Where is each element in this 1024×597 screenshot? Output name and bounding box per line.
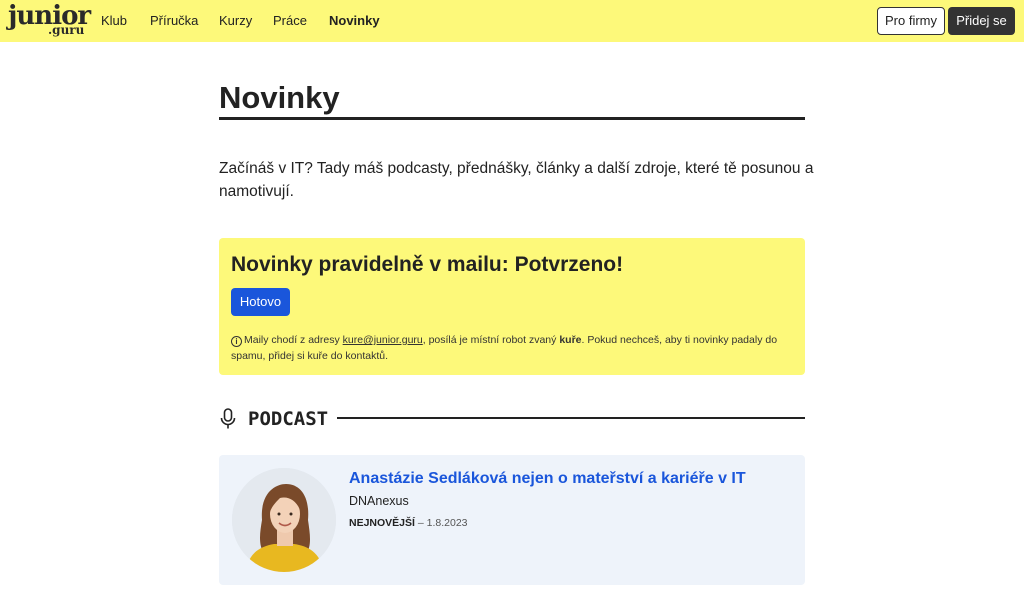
junior-guru-logo[interactable]: junior .guru: [8, 2, 91, 40]
guest-avatar: [232, 468, 336, 572]
podcast-episode-meta: NEJNOVĚJŠÍ – 1.8.2023: [349, 516, 468, 530]
logo-line-2: .guru: [48, 23, 85, 37]
date-separator: –: [414, 517, 427, 529]
note-email: kure@junior.guru: [342, 334, 423, 346]
podcast-episode-title[interactable]: Anastázie Sedláková nejen o mateřství a …: [349, 469, 746, 489]
nav-link-prace[interactable]: Práce: [273, 13, 307, 29]
for-companies-button[interactable]: Pro firmy: [877, 7, 945, 35]
title-divider: [219, 117, 805, 120]
info-icon: i: [231, 336, 242, 347]
newsletter-heading: Novinky pravidelně v mailu: Potvrzeno!: [231, 253, 624, 276]
top-navbar: junior .guru Klub Příručka Kurzy Práce N…: [0, 0, 1024, 42]
note-mid: , posílá je místní robot zvaný: [422, 334, 560, 346]
note-prefix: Maily chodí z adresy: [244, 334, 343, 346]
nav-link-klub[interactable]: Klub: [101, 13, 127, 29]
nav-link-kurzy[interactable]: Kurzy: [219, 13, 252, 29]
nav-link-prirucka[interactable]: Příručka: [150, 13, 198, 29]
nav-link-novinky[interactable]: Novinky: [329, 13, 380, 29]
intro-text: Začínáš v IT? Tady máš podcasty, přednáš…: [219, 160, 814, 200]
podcast-section-title: PODCAST: [248, 408, 329, 430]
note-bold: kuře: [559, 334, 582, 346]
newsletter-note: i Maily chodí z adresy kure@junior.guru, …: [231, 332, 791, 364]
episode-date: 1.8.2023: [426, 517, 468, 529]
page-title: Novinky: [219, 80, 340, 115]
latest-badge: NEJNOVĚJŠÍ: [349, 517, 415, 529]
podcast-episode-company: DNAnexus: [349, 494, 409, 508]
newsletter-confirmation-box: Novinky pravidelně v mailu: Potvrzeno! H…: [219, 238, 805, 375]
microphone-icon: [220, 408, 236, 429]
podcast-card: Anastázie Sedláková nejen o mateřství a …: [219, 455, 805, 585]
join-button[interactable]: Přidej se: [948, 7, 1015, 35]
section-divider: [337, 417, 805, 419]
done-button[interactable]: Hotovo: [231, 288, 290, 316]
